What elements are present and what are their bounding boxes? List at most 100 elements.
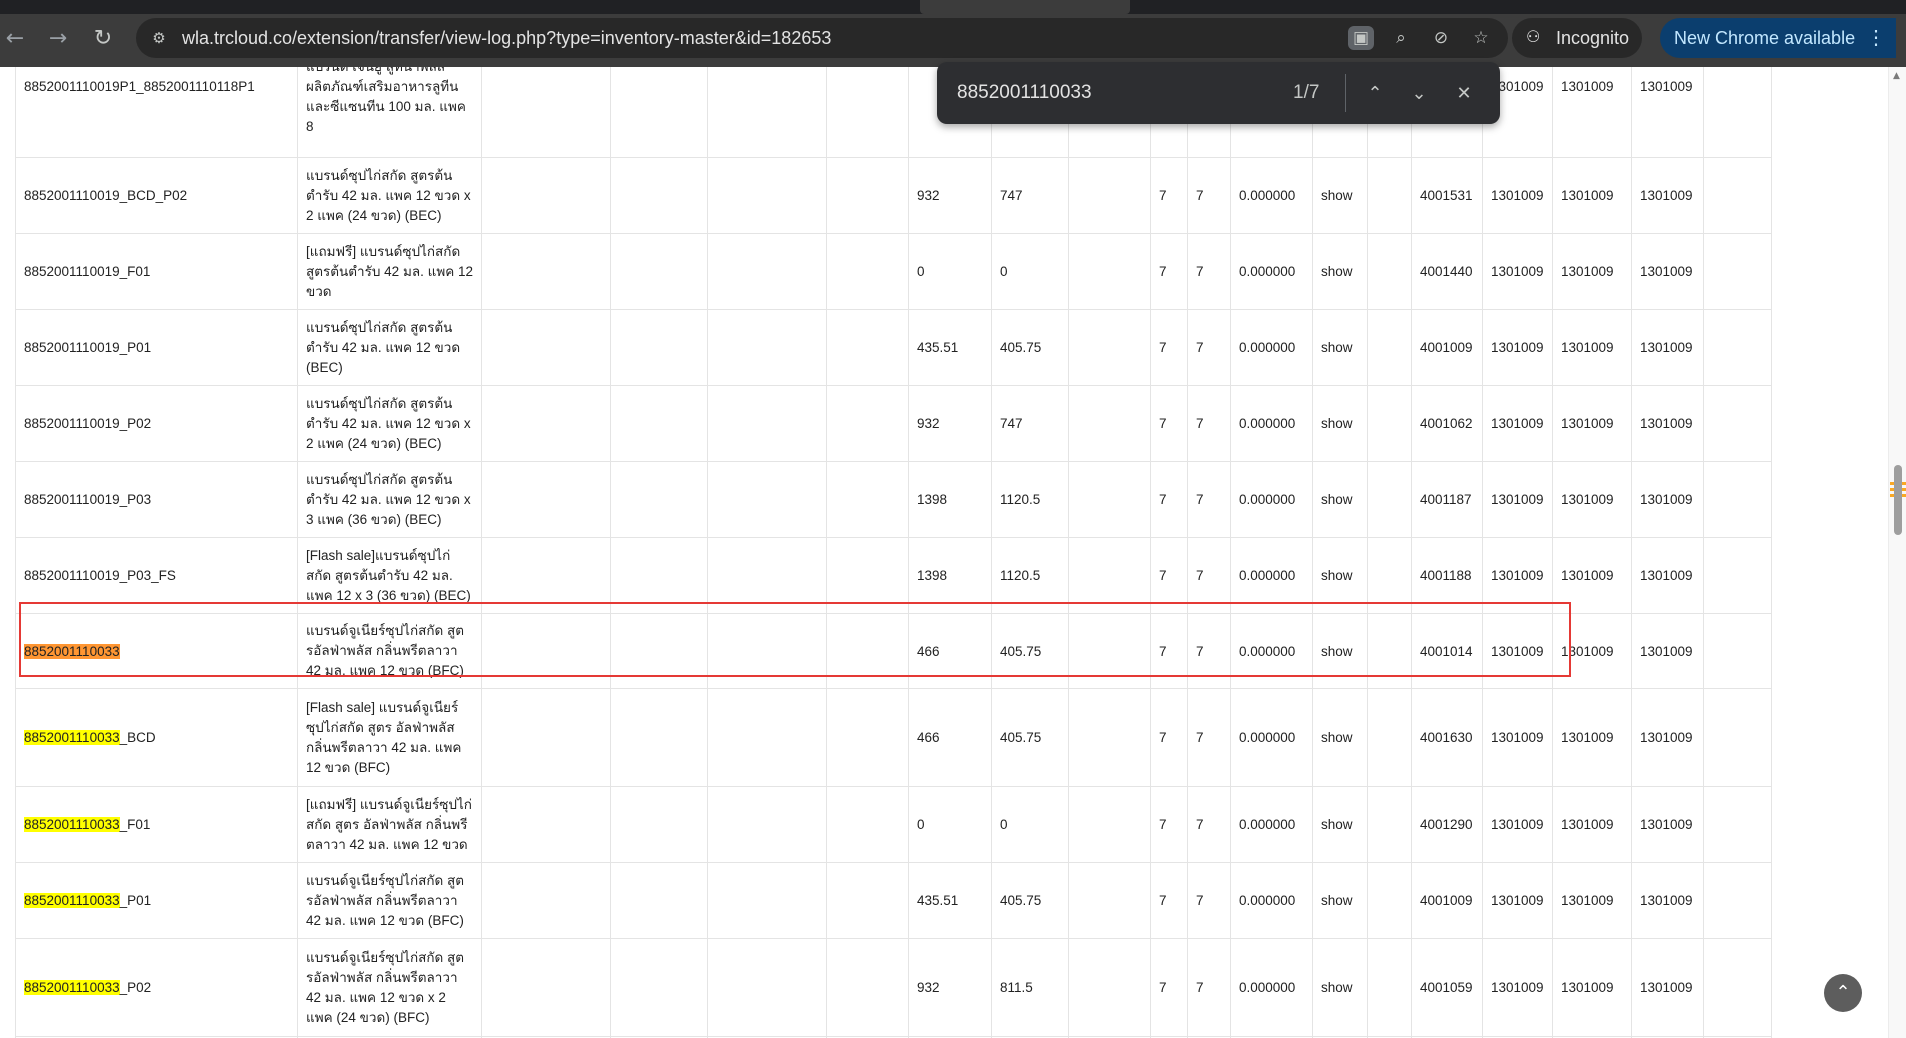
sku-cell: 8852001110019P1_8852001110118P1	[15, 67, 298, 158]
find-close-icon[interactable]: ✕	[1449, 78, 1479, 108]
show-link[interactable]: show	[1312, 862, 1368, 939]
site-info-icon[interactable]: ⚙	[148, 27, 170, 49]
product-name-cell: แบรนด์จูเนียร์ซุปไก่สกัด สูตรอัลฟ่าพลัส …	[297, 613, 482, 689]
empty-cell	[707, 461, 827, 538]
forward-icon[interactable]: →	[43, 24, 73, 54]
empty-cell	[481, 67, 611, 158]
sku-cell: 8852001110033	[15, 613, 298, 689]
page-scrollbar[interactable]: ▲	[1888, 67, 1906, 1038]
vat-cell: 7	[1187, 862, 1231, 939]
table-row: 8852001110033 แบรนด์จูเนียร์ซุปไก่สกัด สู…	[15, 613, 1772, 689]
cost-cell: 405.75	[991, 613, 1069, 689]
decimal-cell: 0.000000	[1230, 233, 1313, 310]
new-chrome-button[interactable]: New Chrome available ⋮	[1660, 18, 1896, 58]
vat-cell: 7	[1150, 157, 1188, 234]
incognito-icon: ⚇	[1526, 29, 1541, 46]
url-text[interactable]: wla.trcloud.co/extension/transfer/view-l…	[182, 18, 831, 58]
show-link[interactable]: show	[1312, 613, 1368, 689]
table-row: 8852001110033_BCD [Flash sale] แบรนด์จูเน…	[15, 688, 1772, 787]
account-cell: 1301009	[1552, 233, 1632, 310]
empty-cell	[1068, 461, 1151, 538]
scroll-to-top-button[interactable]: ⌃	[1824, 974, 1862, 1012]
find-next-icon[interactable]: ⌄	[1404, 78, 1434, 108]
reader-mode-icon[interactable]: ▣	[1348, 26, 1374, 50]
incognito-indicator[interactable]: ⚇ Incognito	[1512, 18, 1642, 58]
sku-cell: 8852001110033_BCD	[15, 688, 298, 787]
empty-cell	[610, 862, 708, 939]
product-name-cell: [แถมฟรี] แบรนด์จูเนียร์ซุปไก่สกัด สูตร อ…	[297, 786, 482, 863]
empty-cell	[610, 461, 708, 538]
vat-cell: 7	[1150, 309, 1188, 386]
empty-cell	[610, 688, 708, 787]
scroll-up-arrow-icon[interactable]: ▲	[1893, 71, 1900, 81]
product-name-cell: ตำรับ 42 มล. 12 ขวด + แบรนด์ เจนยู ลูทีน…	[297, 67, 482, 158]
star-icon[interactable]: ☆	[1468, 26, 1494, 50]
account-cell: 1301009	[1631, 233, 1704, 310]
account-cell: 1301009	[1552, 537, 1632, 614]
product-name-cell: แบรนด์ซุปไก่สกัด สูตรต้นตำรับ 42 มล. แพค…	[297, 385, 482, 462]
table-row: 8852001110019_P03 แบรนด์ซุปไก่สกัด สูตรต้…	[15, 461, 1772, 538]
account-cell: 1301009	[1552, 67, 1632, 158]
empty-cell	[826, 688, 909, 787]
empty-cell	[1068, 862, 1151, 939]
empty-cell	[707, 309, 827, 386]
sku-suffix: _P01	[119, 893, 152, 908]
empty-cell	[826, 157, 909, 234]
product-name-cell: แบรนด์ซุปไก่สกัด สูตรต้นตำรับ 42 มล. แพค…	[297, 309, 482, 386]
show-link[interactable]: show	[1312, 309, 1368, 386]
sku-suffix: _F01	[119, 817, 151, 832]
show-link[interactable]: show	[1312, 233, 1368, 310]
find-input[interactable]: 8852001110033	[957, 62, 1092, 124]
price-cell: 1398	[908, 537, 992, 614]
empty-cell	[826, 233, 909, 310]
eye-off-icon[interactable]: ⊘	[1428, 26, 1454, 50]
cost-cell: 747	[991, 385, 1069, 462]
show-link[interactable]: show	[1312, 537, 1368, 614]
empty-cell	[707, 537, 827, 614]
empty-cell	[826, 537, 909, 614]
empty-cell	[610, 613, 708, 689]
vat-cell: 7	[1187, 309, 1231, 386]
show-link[interactable]: show	[1312, 786, 1368, 863]
vat-cell: 7	[1150, 786, 1188, 863]
account-code-cell: 4001014	[1411, 613, 1483, 689]
decimal-cell: 0.000000	[1230, 157, 1313, 234]
find-highlight: 8852001110033	[24, 893, 120, 908]
back-icon[interactable]: ←	[0, 24, 30, 54]
account-cell: 1301009	[1631, 385, 1704, 462]
account-cell: 1301009	[1482, 786, 1553, 863]
show-link[interactable]: show	[1312, 385, 1368, 462]
show-link[interactable]: show	[1312, 938, 1368, 1037]
vat-cell: 7	[1187, 938, 1231, 1037]
find-match-count: 1/7	[1293, 82, 1320, 103]
sku-cell: 8852001110019_F01	[15, 233, 298, 310]
empty-cell	[1703, 938, 1772, 1037]
empty-cell	[481, 461, 611, 538]
menu-icon[interactable]: ⋮	[1866, 18, 1886, 58]
account-cell: 1301009	[1631, 613, 1704, 689]
account-code-cell: 4001009	[1411, 309, 1483, 386]
vat-cell: 7	[1150, 233, 1188, 310]
empty-cell	[481, 233, 611, 310]
empty-cell	[481, 862, 611, 939]
find-prev-icon[interactable]: ⌃	[1360, 78, 1390, 108]
empty-cell	[826, 613, 909, 689]
reload-icon[interactable]: ↻	[88, 24, 118, 54]
vat-cell: 7	[1150, 938, 1188, 1037]
empty-cell	[707, 786, 827, 863]
scrollbar-thumb[interactable]	[1894, 465, 1902, 535]
cost-cell: 0	[991, 786, 1069, 863]
show-link[interactable]: show	[1312, 157, 1368, 234]
show-link[interactable]: show	[1312, 688, 1368, 787]
table-row: 8852001110033_P02 แบรนด์จูเนียร์ซุปไก่สกั…	[15, 938, 1772, 1037]
empty-cell	[1068, 786, 1151, 863]
account-cell: 1301009	[1482, 537, 1553, 614]
account-cell: 1301009	[1482, 862, 1553, 939]
active-tab-edge[interactable]	[920, 0, 1130, 14]
empty-cell	[610, 233, 708, 310]
account-cell: 1301009	[1552, 157, 1632, 234]
show-link[interactable]: show	[1312, 461, 1368, 538]
zoom-icon[interactable]: ⌕	[1388, 26, 1414, 50]
address-bar[interactable]: ⚙ wla.trcloud.co/extension/transfer/view…	[136, 18, 1508, 58]
decimal-cell: 0.000000	[1230, 309, 1313, 386]
